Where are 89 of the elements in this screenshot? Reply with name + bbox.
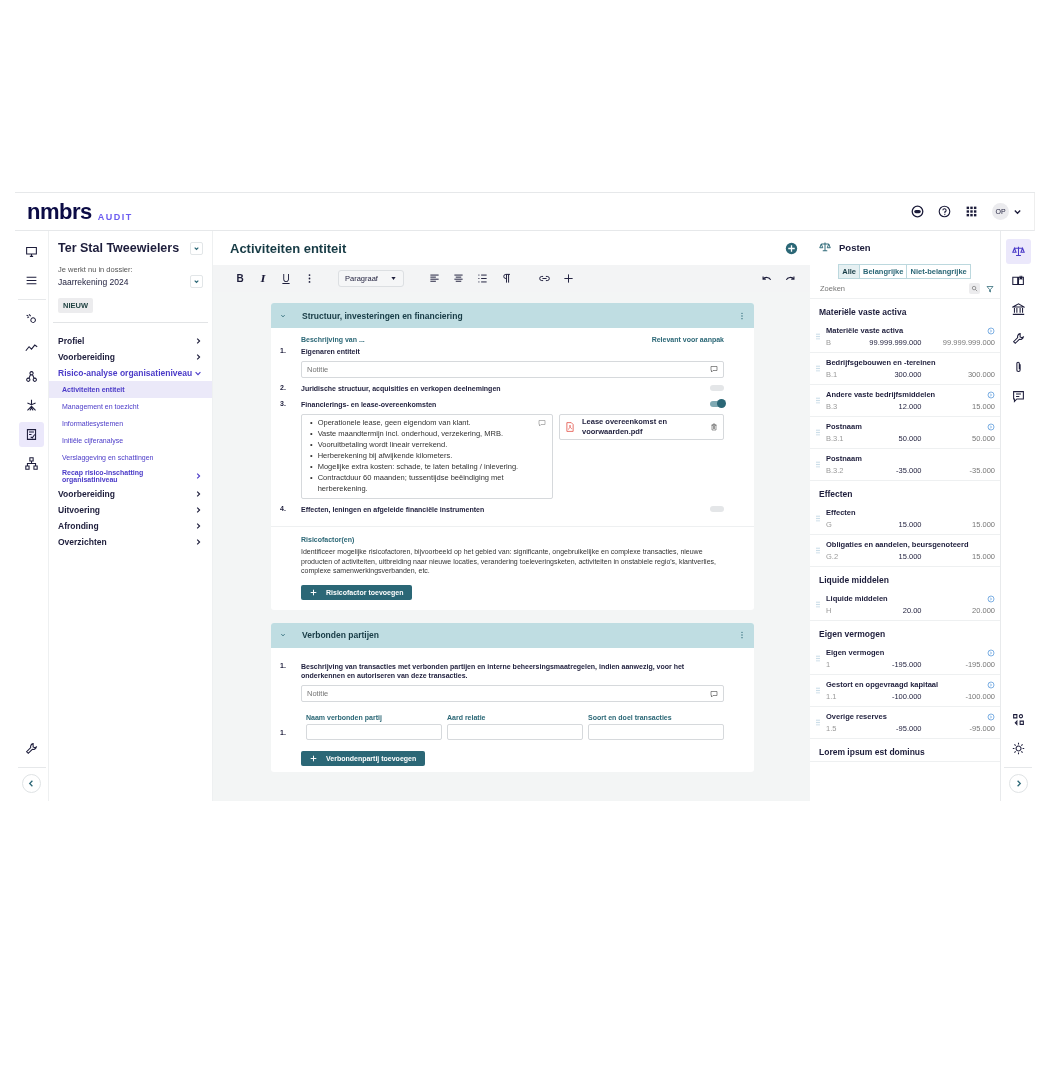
comment-icon: [1011, 390, 1025, 403]
bank-icon: [1011, 303, 1025, 316]
settings-icon: [1011, 742, 1025, 755]
view-icon[interactable]: [911, 205, 924, 218]
org-chart-icon: [25, 457, 38, 470]
align-left-icon[interactable]: [428, 273, 440, 284]
caret-icon: [389, 275, 397, 282]
search-icon: [971, 285, 978, 292]
drag-handle-icon[interactable]: [816, 397, 820, 404]
group-heading: Materiële vaste activa: [818, 306, 908, 319]
help-icon[interactable]: [938, 205, 951, 218]
spark-icon: [25, 399, 38, 412]
comment-icon: [710, 689, 718, 698]
format-button[interactable]: I: [258, 273, 268, 284]
comment-icon: [538, 419, 546, 428]
drag-handle-icon[interactable]: [816, 655, 820, 662]
nav-item[interactable]: Voorbereiding: [49, 349, 212, 365]
nav-item[interactable]: Risico-analyse organisatieniveau: [49, 365, 212, 381]
compare-icon: [1011, 713, 1025, 726]
relevance-toggle[interactable]: [710, 400, 724, 407]
nav-item[interactable]: Voorbereiding: [49, 486, 212, 502]
drag-handle-icon[interactable]: [816, 719, 820, 726]
add-icon[interactable]: [785, 241, 798, 255]
nav-item[interactable]: Uitvoering: [49, 502, 212, 518]
relevance-toggle[interactable]: [710, 384, 724, 391]
group-heading: Lorem ipsum est dominus: [818, 746, 926, 759]
pdf-file-icon: [565, 422, 575, 433]
nav-item[interactable]: Profiel: [49, 333, 212, 349]
search-button[interactable]: [969, 283, 980, 294]
section-header[interactable]: Structuur, investeringen en financiering: [271, 303, 754, 328]
relevance-toggle[interactable]: [710, 505, 724, 512]
wrench-icon: [1011, 332, 1025, 345]
format-button[interactable]: U: [281, 273, 291, 284]
chevron-down-icon: [194, 369, 202, 377]
nav-item[interactable]: Afronding: [49, 518, 212, 534]
rail-button[interactable]: [19, 422, 44, 447]
plus-icon[interactable]: [562, 273, 574, 284]
filter-icon[interactable]: [986, 284, 994, 293]
logo-wordmark: nmbrs: [27, 200, 92, 223]
apps-grid-icon[interactable]: [965, 205, 978, 218]
pin-icon: [25, 312, 38, 325]
drag-handle-icon[interactable]: [816, 687, 820, 694]
checklist-icon: [25, 428, 38, 441]
pilcrow-icon[interactable]: [500, 273, 512, 284]
chevron-right-icon: [194, 472, 202, 480]
trend-line-icon: [25, 341, 38, 354]
drag-handle-icon[interactable]: [816, 333, 820, 340]
drag-handle-icon[interactable]: [816, 601, 820, 608]
text-field[interactable]: [588, 724, 724, 741]
link-icon[interactable]: [538, 273, 550, 284]
scale-icon: [1011, 245, 1025, 258]
section-header[interactable]: Verbonden partijen: [271, 622, 754, 648]
more-icon: [740, 631, 744, 640]
chevron-down-icon[interactable]: [1013, 207, 1022, 216]
more-icon: [740, 311, 744, 320]
drag-handle-icon[interactable]: [816, 429, 820, 436]
comment-icon: [710, 365, 718, 374]
plus-icon: [310, 588, 317, 596]
scale-icon: [819, 241, 831, 253]
logo-suffix: AUDIT: [97, 210, 133, 223]
text-field[interactable]: [447, 724, 583, 741]
monitor-icon: [25, 245, 38, 258]
group-heading: Eigen vermogen: [818, 628, 887, 641]
chevron-left-icon: [27, 779, 36, 788]
dossier-dropdown-button[interactable]: [190, 275, 203, 288]
format-button[interactable]: B: [235, 273, 245, 284]
menu-icon: [25, 274, 38, 287]
wrench-icon: [25, 742, 38, 755]
panel-title: Posten: [839, 241, 871, 253]
book-icon: [1011, 274, 1025, 287]
dossier-name: Jaarrekening 2024: [58, 276, 129, 287]
nodes-icon: [25, 370, 38, 383]
plus-icon: [310, 755, 317, 763]
group-heading: Effecten: [818, 488, 854, 501]
drag-handle-icon[interactable]: [816, 461, 820, 468]
group-heading: Liquide middelen: [818, 574, 890, 587]
drag-handle-icon[interactable]: [816, 365, 820, 372]
client-name: Ter Stal Tweewielers: [58, 241, 180, 255]
align-center-icon[interactable]: [452, 273, 464, 284]
chevron-down-icon: [192, 277, 201, 286]
rail-button[interactable]: [1005, 239, 1031, 264]
text-field[interactable]: [306, 724, 442, 741]
note-field[interactable]: [301, 414, 553, 499]
delete-icon[interactable]: [710, 423, 718, 432]
nav-item[interactable]: Overzichten: [49, 534, 212, 550]
drag-handle-icon[interactable]: [816, 515, 820, 522]
list-icon[interactable]: [476, 273, 488, 284]
drag-handle-icon[interactable]: [816, 547, 820, 554]
page-title: Activiteiten entiteit: [230, 240, 347, 256]
